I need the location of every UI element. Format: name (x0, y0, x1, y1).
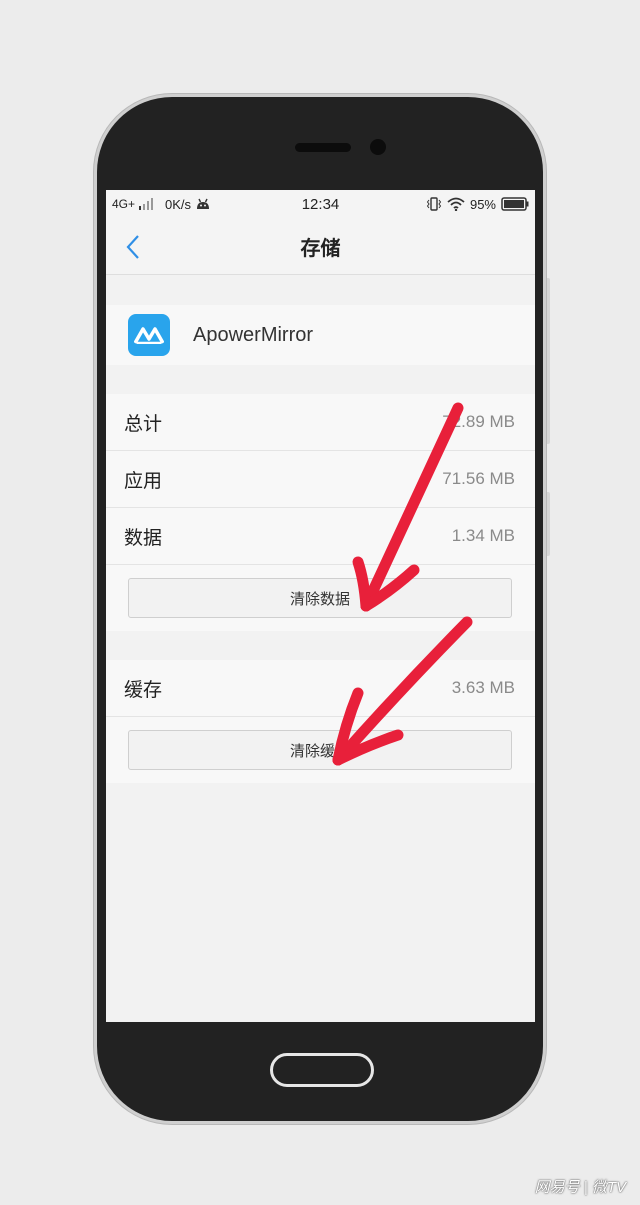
signal-icon (139, 198, 154, 210)
app-size-value: 71.56 MB (442, 469, 515, 488)
battery-icon (501, 197, 529, 211)
battery-percent: 95% (469, 196, 496, 212)
vibrate-icon (426, 197, 442, 211)
app-info-row: ApowerMirror (106, 305, 535, 365)
phone-screen: 4G+ 0K/s 12:34 95% 存储 ApowerMirror 总计 72… (106, 190, 535, 1022)
cache-label: 缓存 (124, 679, 163, 701)
home-button[interactable] (270, 1053, 374, 1087)
total-label: 总计 (124, 413, 163, 435)
network-type: 4G+ (112, 197, 136, 211)
app-name: ApowerMirror (193, 323, 314, 346)
data-size-value: 1.34 MB (451, 526, 515, 545)
cache-row: 缓存 3.63 MB (106, 660, 535, 717)
app-size-row: 应用 71.56 MB (106, 451, 535, 508)
back-arrow-icon[interactable] (124, 234, 144, 260)
clear-data-button[interactable]: 清除数据 (128, 578, 512, 618)
data-size-label: 数据 (124, 527, 163, 549)
clear-cache-button[interactable]: 清除缓存 (128, 730, 512, 770)
navigation-bar: 存储 (106, 218, 535, 275)
total-value: 72.89 MB (442, 412, 515, 431)
data-size-row: 数据 1.34 MB (106, 508, 535, 565)
watermark: 网易号 | 微TV (534, 1179, 626, 1196)
app-size-label: 应用 (124, 470, 163, 492)
android-icon (197, 198, 210, 209)
cache-section: 缓存 3.63 MB 清除缓存 (106, 660, 535, 783)
cache-value: 3.63 MB (451, 678, 515, 697)
storage-section: 总计 72.89 MB 应用 71.56 MB 数据 1.34 MB 清除数据 (106, 394, 535, 631)
wifi-icon (447, 197, 465, 211)
apowermirror-logo-icon (128, 314, 170, 356)
status-bar: 4G+ 0K/s 12:34 95% (106, 190, 535, 218)
earpiece-speaker (295, 143, 351, 152)
net-speed: 0K/s (165, 196, 192, 212)
front-camera (370, 139, 386, 155)
page-title: 存储 (300, 237, 341, 260)
total-row: 总计 72.89 MB (106, 394, 535, 451)
